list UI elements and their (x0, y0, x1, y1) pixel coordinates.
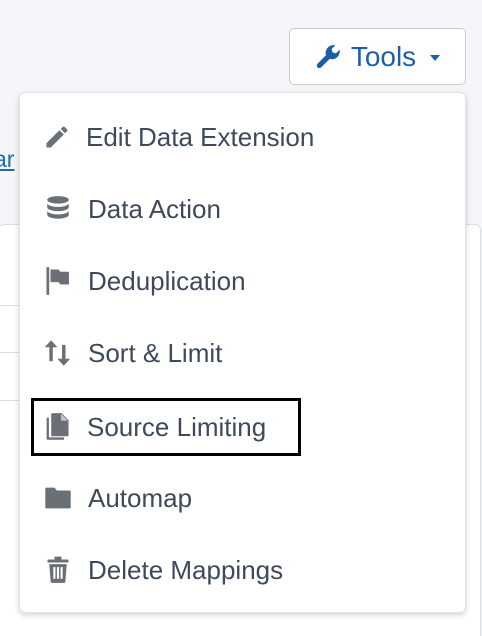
menu-item-deduplication[interactable]: Deduplication (32, 253, 300, 309)
page: ar Tools Edit Data Extension Data Action… (0, 0, 482, 636)
menu-item-label: Edit Data Extension (86, 121, 315, 152)
tools-button-label: Tools (350, 40, 417, 72)
trash-icon (43, 555, 73, 585)
menu-item-label: Deduplication (88, 265, 246, 296)
background-link[interactable]: ar (0, 146, 20, 173)
flag-icon (43, 266, 73, 296)
menu-item-label: Sort & Limit (88, 337, 223, 368)
menu-item-delete-mappings[interactable]: Delete Mappings (32, 542, 300, 598)
tools-dropdown-menu: Edit Data Extension Data Action Deduplic… (19, 92, 466, 613)
folder-icon (43, 483, 73, 513)
menu-item-label: Data Action (88, 193, 221, 224)
database-icon (43, 194, 73, 224)
copy-icon (42, 412, 72, 442)
menu-item-label: Delete Mappings (88, 554, 284, 585)
menu-item-label: Source Limiting (87, 411, 267, 442)
sort-arrows-icon (43, 338, 73, 368)
menu-item-edit-data-extension[interactable]: Edit Data Extension (32, 109, 314, 165)
pencil-icon (43, 122, 71, 152)
menu-item-sort-limit[interactable]: Sort & Limit (32, 325, 300, 381)
menu-item-label: Automap (88, 482, 193, 513)
menu-item-source-limiting[interactable]: Source Limiting (31, 398, 301, 456)
menu-item-data-action[interactable]: Data Action (32, 181, 300, 237)
wrench-icon (315, 44, 341, 70)
caret-down-icon (430, 54, 441, 61)
tools-dropdown-button[interactable]: Tools (289, 28, 466, 85)
menu-item-automap[interactable]: Automap (32, 470, 300, 526)
